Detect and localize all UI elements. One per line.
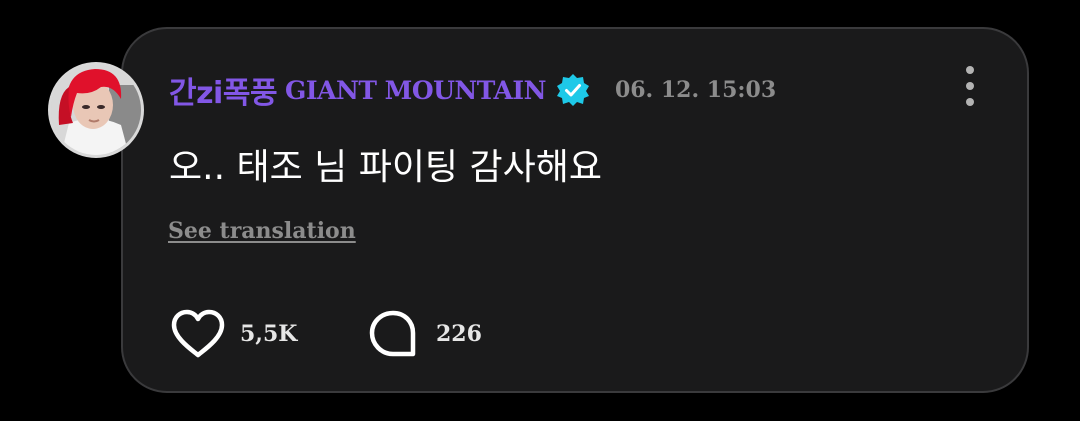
comment-header: 간zi폭풍 GIANT MOUNTAIN 06. 12. 15:03 bbox=[169, 68, 777, 112]
reply-count: 226 bbox=[436, 321, 482, 347]
like-button[interactable]: 5,5K bbox=[170, 306, 297, 362]
avatar-image bbox=[51, 65, 141, 155]
avatar[interactable] bbox=[48, 62, 144, 158]
speech-bubble-icon bbox=[369, 310, 416, 357]
verified-badge-icon bbox=[556, 73, 590, 107]
see-translation-link[interactable]: See translation bbox=[168, 218, 356, 244]
heart-icon bbox=[171, 309, 225, 358]
comment-timestamp: 06. 12. 15:03 bbox=[614, 77, 777, 103]
comment-text: 오.. 태조 님 파이팅 감사해요 bbox=[169, 147, 602, 188]
more-vertical-icon[interactable] bbox=[958, 66, 982, 106]
author-name[interactable]: 간zi폭풍 bbox=[169, 68, 278, 112]
reply-button[interactable]: 226 bbox=[368, 306, 482, 362]
channel-name[interactable]: GIANT MOUNTAIN bbox=[285, 76, 546, 105]
like-count: 5,5K bbox=[240, 321, 298, 347]
